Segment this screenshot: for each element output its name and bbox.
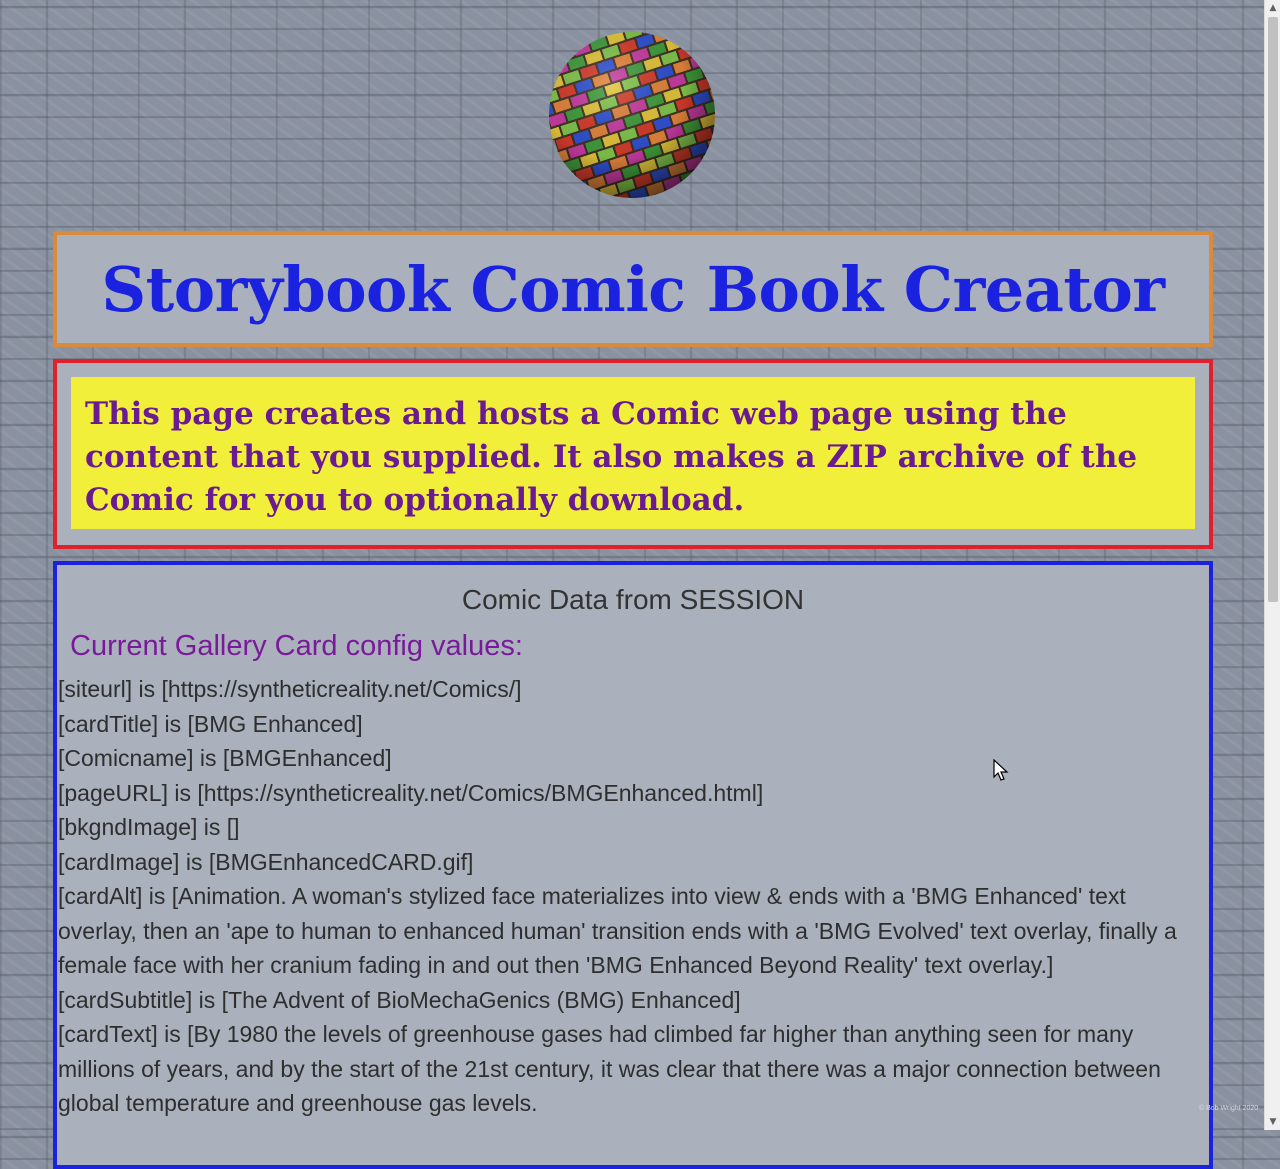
page: Storybook Comic Book Creator This page c…: [0, 0, 1264, 1169]
config-subheading: Current Gallery Card config values:: [70, 630, 523, 662]
config-line-pageurl: [pageURL] is [https://syntheticreality.n…: [58, 779, 764, 806]
checkered-sphere-icon: [548, 31, 716, 199]
config-line-comicname: [Comicname] is [BMGEnhanced]: [58, 745, 392, 771]
config-line-cardtext: [cardText] is [By 1980 the levels of gre…: [58, 1021, 1161, 1116]
intro-text: This page creates and hosts a Comic web …: [71, 377, 1195, 529]
config-line-bkgndimage: [bkgndImage] is []: [58, 814, 240, 840]
scroll-down-arrow-icon[interactable]: ▼: [1265, 1114, 1280, 1130]
page-title: Storybook Comic Book Creator: [101, 252, 1165, 326]
config-line-cardimage: [cardImage] is [BMGEnhancedCARD.gif]: [58, 848, 474, 875]
title-banner: Storybook Comic Book Creator: [53, 231, 1213, 347]
config-line-cardsubtitle: [cardSubtitle] is [The Advent of BioMech…: [58, 986, 741, 1013]
config-list: [siteurl] is [https://syntheticreality.n…: [57, 672, 1209, 1121]
intro-panel: This page creates and hosts a Comic web …: [53, 359, 1213, 549]
config-line-siteurl: [siteurl] is [https://syntheticreality.n…: [58, 676, 522, 702]
config-line-cardtitle: [cardTitle] is [BMG Enhanced]: [58, 710, 363, 737]
mouse-pointer-icon: [993, 759, 1009, 781]
copyright-note: © Bob Wright 2020: [1199, 1105, 1259, 1112]
config-line-cardalt: [cardAlt] is [Animation. A woman's styli…: [58, 883, 1177, 978]
session-heading: Comic Data from SESSION: [461, 584, 805, 615]
session-data-panel: Comic Data from SESSION Current Gallery …: [53, 561, 1213, 1169]
scrollbar-thumb[interactable]: [1268, 17, 1278, 602]
vertical-scrollbar[interactable]: ▲ ▼: [1264, 0, 1280, 1130]
scroll-up-arrow-icon[interactable]: ▲: [1265, 0, 1280, 16]
